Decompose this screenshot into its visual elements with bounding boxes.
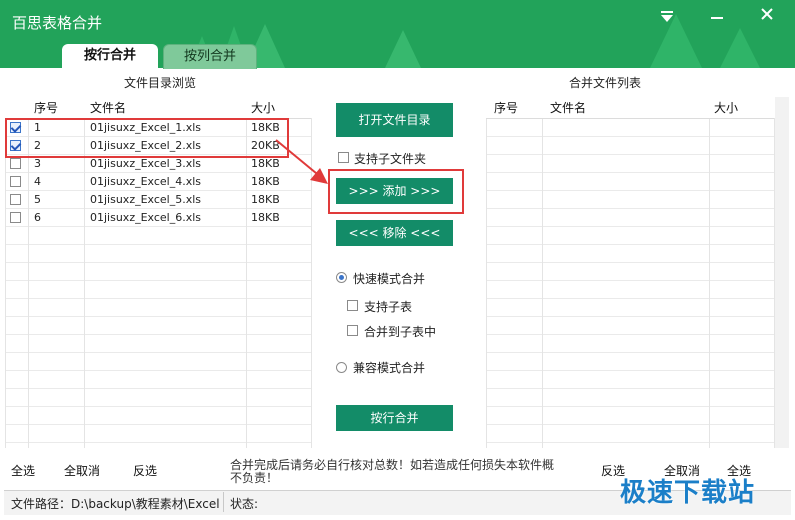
watermark-logo: 极速下载站 <box>620 478 756 508</box>
right-panel-header: 合并文件列表 <box>568 76 641 90</box>
window-title: 百思表格合并 <box>12 14 103 32</box>
left-invert-selection-link[interactable]: 反选 <box>133 462 157 479</box>
right-scrollbar[interactable] <box>775 97 789 448</box>
row-filename: 01jisuxz_Excel_4.xls <box>90 175 202 188</box>
minimize-icon <box>711 17 723 19</box>
row-checkbox[interactable] <box>10 194 21 205</box>
merge-by-row-button[interactable]: 按行合并 <box>336 405 453 431</box>
open-directory-button[interactable]: 打开文件目录 <box>336 103 453 137</box>
support-subfolder-label: 支持子文件夹 <box>354 152 427 166</box>
menu-dropdown-button[interactable] <box>652 8 682 29</box>
left-deselect-all-link[interactable]: 全取消 <box>64 462 100 479</box>
compat-mode-radio[interactable] <box>336 362 347 373</box>
row-filename: 01jisuxz_Excel_6.xls <box>90 211 202 224</box>
tab-merge-by-column[interactable]: 按列合并 <box>163 44 257 69</box>
fast-mode-radio[interactable] <box>336 272 347 283</box>
merge-into-subsheet-label: 合并到子表中 <box>364 325 437 339</box>
right-col-size[interactable]: 大小 <box>714 98 738 118</box>
right-file-table <box>486 118 775 448</box>
row-size: 18KB <box>251 211 280 224</box>
row-index: 6 <box>34 211 41 224</box>
row-index: 5 <box>34 193 41 206</box>
dropdown-icon <box>661 11 673 22</box>
status-divider <box>223 492 224 512</box>
row-checkbox[interactable] <box>10 212 21 223</box>
support-subsheet-label: 支持子表 <box>364 300 413 314</box>
close-icon <box>761 8 773 20</box>
fast-mode-label: 快速模式合并 <box>353 272 426 286</box>
tab-merge-by-row[interactable]: 按行合并 <box>62 44 158 68</box>
tree-decoration-icon <box>245 24 421 68</box>
arrow-annotation-icon <box>275 139 328 184</box>
support-subsheet-checkbox[interactable] <box>347 300 358 311</box>
table-row[interactable]: 5 01jisuxz_Excel_5.xls 18KB <box>5 191 310 209</box>
left-select-all-link[interactable]: 全选 <box>11 462 35 479</box>
disclaimer-notice: 合并完成后请务必自行核对总数！如若造成任何损失本软件概不负责！ <box>230 458 555 485</box>
remove-button[interactable]: <<< 移除 <<< <box>336 220 453 246</box>
right-col-index[interactable]: 序号 <box>494 98 518 118</box>
row-index: 4 <box>34 175 41 188</box>
status-label: 状态: <box>230 497 259 511</box>
file-path-label: 文件路径：D:\backup\教程素材\Excel <box>11 497 220 511</box>
left-col-index[interactable]: 序号 <box>34 98 58 118</box>
selected-rows-highlight-box <box>5 118 289 158</box>
table-row[interactable]: 4 01jisuxz_Excel_4.xls 18KB <box>5 173 310 191</box>
minimize-button[interactable] <box>702 6 732 27</box>
row-checkbox[interactable] <box>10 176 21 187</box>
table-row[interactable]: 6 01jisuxz_Excel_6.xls 18KB <box>5 209 310 227</box>
left-col-size[interactable]: 大小 <box>251 98 275 118</box>
compat-mode-label: 兼容模式合并 <box>353 361 426 375</box>
add-button[interactable]: >>> 添加 >>> <box>336 178 453 204</box>
close-button[interactable] <box>752 6 782 27</box>
row-filename: 01jisuxz_Excel_5.xls <box>90 193 202 206</box>
left-panel-header: 文件目录浏览 <box>123 76 196 90</box>
left-col-filename[interactable]: 文件名 <box>90 98 126 118</box>
right-col-filename[interactable]: 文件名 <box>550 98 586 118</box>
row-checkbox[interactable] <box>10 158 21 169</box>
merge-into-subsheet-checkbox[interactable] <box>347 325 358 336</box>
